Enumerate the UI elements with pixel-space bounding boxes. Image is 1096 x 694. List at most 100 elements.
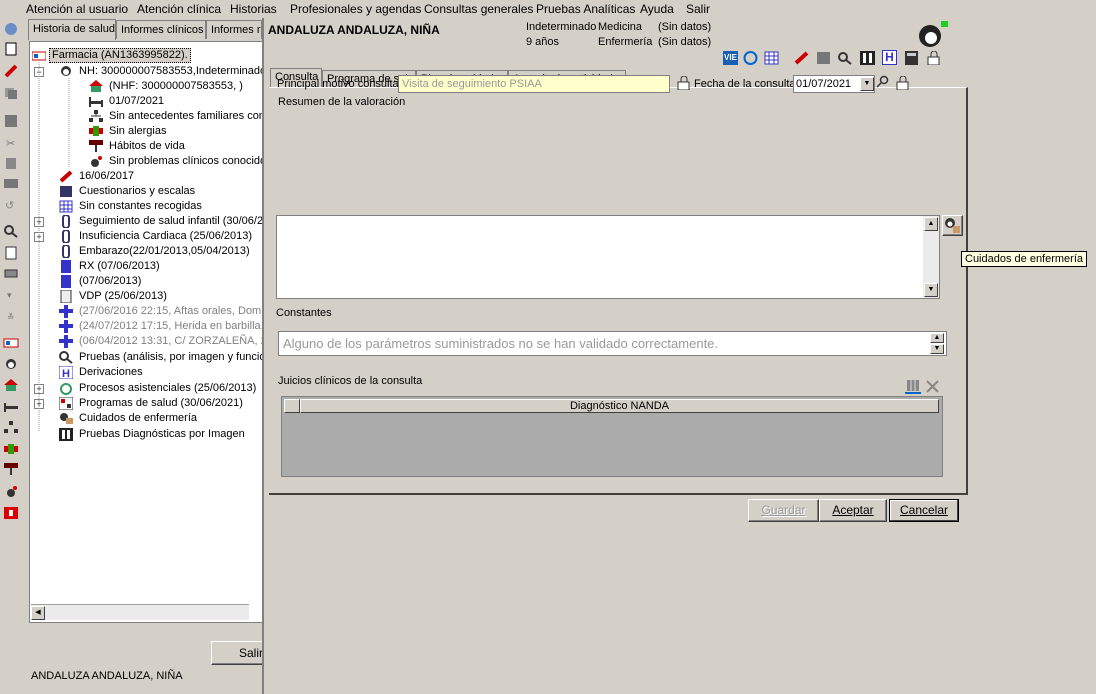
magnifier-icon[interactable]: [3, 224, 19, 238]
scroll-left-icon[interactable]: ◀: [31, 606, 45, 620]
habits-icon[interactable]: [3, 462, 19, 476]
notepad-icon[interactable]: [3, 42, 19, 56]
guardar-button[interactable]: Guardar: [748, 499, 819, 522]
allergy-icon[interactable]: [3, 442, 19, 456]
chevron-down-icon[interactable]: ▾: [3, 288, 19, 302]
collapse-icon[interactable]: −: [34, 67, 44, 77]
square-icon[interactable]: [3, 114, 19, 128]
card-icon[interactable]: [3, 336, 19, 350]
home-icon[interactable]: [3, 378, 19, 392]
tab-informes-clinicos[interactable]: Informes clínicos: [116, 20, 206, 39]
xray-icon[interactable]: [860, 51, 875, 65]
constantes-label: Constantes: [276, 307, 332, 319]
pill-icon[interactable]: [794, 51, 809, 65]
family-tree-icon[interactable]: [3, 420, 19, 434]
nurse-care-icon: [59, 412, 73, 425]
tab-informes-re[interactable]: Informes re: [206, 20, 262, 39]
lock-icon[interactable]: [895, 76, 910, 90]
undo-icon[interactable]: ↺: [3, 198, 19, 212]
grey-square-icon[interactable]: [816, 51, 831, 65]
grid-icon[interactable]: [764, 51, 779, 65]
nurse-care-icon: [945, 218, 960, 233]
paperclip-icon: [59, 215, 73, 228]
calculator-icon[interactable]: [904, 51, 919, 65]
lock-icon[interactable]: [676, 76, 691, 90]
microscope-icon[interactable]: [837, 51, 853, 65]
menu-salir[interactable]: Salir: [686, 2, 710, 16]
hospital-icon[interactable]: H: [882, 50, 897, 65]
resumen-label: Resumen de la valoración: [278, 96, 406, 108]
scroll-down-icon[interactable]: ▼: [924, 283, 938, 297]
expand-icon[interactable]: +: [34, 399, 44, 409]
book-icon: [59, 260, 73, 273]
motivo-input[interactable]: Visita de seguimiento PSIAA: [398, 75, 670, 93]
aceptar-button[interactable]: Aceptar: [819, 499, 887, 522]
medical-cross-icon: [59, 305, 73, 318]
copy-icon[interactable]: [3, 86, 19, 100]
grid-header-nanda[interactable]: Diagnóstico NANDA: [300, 399, 939, 413]
nurse-avatar-icon: [916, 20, 948, 48]
resumen-scrollbar[interactable]: ▲ ▼: [923, 216, 939, 298]
circle-badge-icon[interactable]: [743, 51, 758, 65]
family-tree-icon: [89, 110, 103, 123]
lock-icon[interactable]: [926, 51, 941, 65]
menu-ayuda[interactable]: Ayuda: [640, 2, 674, 16]
tree-horizontal-scrollbar[interactable]: ◀: [31, 604, 249, 620]
scissors-icon[interactable]: ✂: [3, 136, 19, 150]
scroll-up-icon[interactable]: ▲: [924, 217, 938, 231]
fecha-input[interactable]: 01/07/2021 ▼: [793, 75, 875, 93]
expand-icon[interactable]: +: [34, 217, 44, 227]
close-icon[interactable]: [926, 380, 939, 393]
allergy-icon: [89, 125, 103, 138]
cuidados-enfermeria-button[interactable]: [942, 215, 963, 236]
vie-icon[interactable]: VIE: [723, 51, 738, 65]
enfermeria-value: (Sin datos): [658, 36, 712, 48]
menu-profesionales[interactable]: Profesionales y agendas: [290, 2, 421, 16]
printer-icon[interactable]: [3, 266, 19, 280]
menu-bar: Atención al usuario Atención clínica His…: [0, 0, 1096, 18]
medical-cross-icon: [59, 320, 73, 333]
problems-icon[interactable]: [3, 484, 19, 498]
menu-pruebas-analiticas[interactable]: Pruebas Analíticas: [536, 2, 635, 16]
zoom-add-icon[interactable]: [876, 75, 890, 89]
globe-icon[interactable]: [3, 22, 19, 36]
tab-historia-salud[interactable]: Historia de salud: [28, 19, 116, 40]
sort-icon[interactable]: ≚: [3, 310, 19, 324]
menu-atencion-clinica[interactable]: Atención clínica: [137, 2, 221, 16]
paste-icon[interactable]: [3, 156, 19, 170]
svg-text:H: H: [62, 368, 70, 379]
tooltip-cuidados-enfermeria: Cuidados de enfermería: [961, 251, 1088, 267]
nurse-icon[interactable]: [3, 358, 19, 372]
pill-icon[interactable]: [3, 64, 19, 78]
expand-icon[interactable]: +: [34, 232, 44, 242]
xray-icon: [59, 428, 73, 441]
patient-sex: Indeterminado: [526, 21, 597, 33]
cancelar-button[interactable]: Cancelar: [889, 499, 959, 522]
svg-text:≚: ≚: [7, 312, 15, 322]
resumen-textarea[interactable]: ▲ ▼: [276, 215, 940, 299]
program-icon: [59, 397, 73, 410]
svg-text:▾: ▾: [7, 290, 12, 300]
camera-icon[interactable]: [3, 176, 19, 190]
consulta-dialog: ANDALUZA ANDALUZA, NIÑA Indeterminado 9 …: [262, 18, 1096, 694]
spin-down-icon[interactable]: ▼: [930, 344, 944, 354]
menu-historias[interactable]: Historias: [230, 2, 277, 16]
expand-icon[interactable]: +: [34, 384, 44, 394]
spin-up-icon[interactable]: ▲: [930, 333, 944, 343]
constantes-spinner[interactable]: ▲ ▼: [930, 333, 945, 354]
columns-icon[interactable]: [905, 379, 921, 394]
medical-cross-icon: [59, 335, 73, 348]
card-icon: [32, 49, 46, 62]
document-icon[interactable]: [3, 246, 19, 260]
left-salir-button[interactable]: Salir: [211, 641, 267, 665]
diagnostico-grid[interactable]: Diagnóstico NANDA: [281, 396, 943, 477]
red-card-icon[interactable]: [3, 506, 19, 520]
dropdown-arrow-icon[interactable]: ▼: [860, 77, 874, 91]
medicina-label: Medicina: [598, 21, 643, 33]
patient-name: ANDALUZA ANDALUZA, NIÑA: [268, 23, 440, 37]
grid-row-selector[interactable]: [284, 399, 300, 413]
menu-consultas-generales[interactable]: Consultas generales: [424, 2, 533, 16]
clinical-history-tree: Farmacia (AN1363995822). − NH: 300000007…: [29, 41, 263, 623]
bed-icon[interactable]: [3, 400, 19, 414]
menu-atencion-usuario[interactable]: Atención al usuario: [26, 2, 128, 16]
